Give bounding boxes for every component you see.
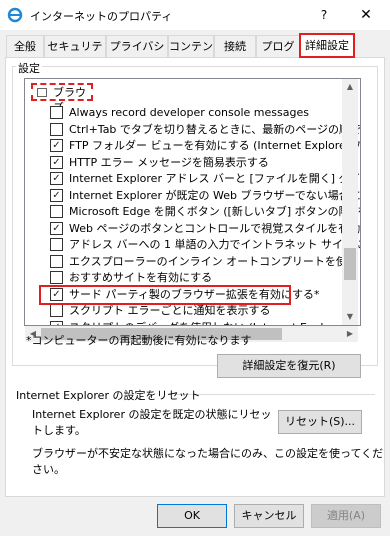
checked-checkbox[interactable]: ✓ (50, 139, 63, 152)
settings-list[interactable]: ブラウズ Always record developer console mes… (24, 78, 361, 326)
category-browse: ブラウズ (31, 83, 93, 114)
setting-label: HTTP エラー メッセージを簡易表示する (69, 155, 269, 169)
setting-label: アドレス バーへの 1 単語の入力でイントラネット サイトに移動する (69, 238, 361, 251)
vertical-scroll-thumb[interactable] (344, 247, 356, 280)
vertical-scrollbar[interactable]: ▲ ▼ (342, 79, 358, 325)
title-bar: インターネットのプロパティ ? ✕ (0, 0, 390, 30)
unchecked-checkbox[interactable] (50, 238, 63, 251)
setting-label: Microsoft Edge を開くボタン ([新しいタブ] ボタンの隣) を非… (69, 205, 360, 218)
setting-label: Ctrl+Tab でタブを切り替えるときに、最新のページの順で切り替える (69, 122, 360, 136)
tab-content[interactable]: コンテンツ (168, 35, 214, 75)
tab-general[interactable]: 全般 (6, 35, 44, 57)
unchecked-checkbox[interactable] (50, 254, 63, 268)
scroll-down-arrow-icon[interactable]: ▼ (342, 309, 358, 325)
unchecked-checkbox[interactable] (50, 271, 63, 284)
unchecked-checkbox[interactable] (50, 106, 63, 119)
setting-label: Web ページのボタンとコントロールで視覚スタイルを有効にする (69, 221, 361, 235)
highlight-box (39, 284, 291, 305)
tab-strip: 全般 セキュリティ プライバシー コンテンツ 接続 プログラム 詳細設定 (6, 33, 386, 75)
checked-checkbox[interactable]: ✓ (50, 172, 63, 185)
cancel-button[interactable]: キャンセル (234, 504, 304, 528)
unchecked-checkbox[interactable] (50, 205, 63, 218)
unchecked-checkbox[interactable] (50, 122, 63, 136)
apply-button[interactable]: 適用(A) (311, 504, 381, 528)
setting-label: Internet Explorer が既定の Web ブラウザーでない場合に通知… (69, 188, 361, 202)
tab-security[interactable]: セキュリティ (44, 35, 106, 75)
setting-label: スクリプト エラーごとに通知を表示する (69, 304, 271, 317)
reset-warning: ブラウザーが不安定な状態になった場合にのみ、この設定を使ってください。 (32, 447, 384, 476)
tab-privacy[interactable]: プライバシー (106, 35, 168, 75)
internet-explorer-icon (7, 7, 23, 23)
setting-label: FTP フォルダー ビューを有効にする (Internet Explorer 外… (69, 139, 361, 152)
ok-button[interactable]: OK (157, 504, 227, 528)
reset-description: Internet Explorer の設定を既定の状態にリセットします。 (32, 408, 272, 437)
checked-checkbox[interactable]: ✓ (50, 221, 63, 235)
folder-icon (37, 88, 47, 97)
section-divider (175, 394, 375, 395)
window-title: インターネットのプロパティ (30, 10, 173, 23)
tab-programs[interactable]: プログラム (256, 35, 300, 75)
setting-label: Internet Explorer アドレス バーと [ファイルを開く] ダイア… (69, 172, 360, 185)
checked-checkbox[interactable]: ✓ (50, 155, 63, 169)
help-button[interactable]: ? (312, 4, 336, 26)
reset-button[interactable]: リセット(S)... (278, 410, 362, 434)
unchecked-checkbox[interactable] (50, 304, 63, 317)
scroll-right-arrow-icon[interactable]: ▶ (342, 326, 358, 342)
reset-section-title: Internet Explorer の設定をリセット (16, 389, 201, 402)
scroll-up-arrow-icon[interactable]: ▲ (342, 79, 358, 95)
tab-advanced[interactable]: 詳細設定 (299, 33, 355, 58)
setting-label: Always record developer console messages (69, 106, 309, 119)
checked-checkbox[interactable]: ✓ (50, 188, 63, 202)
restart-note: *コンピューターの再起動後に有効になります (26, 334, 252, 347)
restore-advanced-settings-button[interactable]: 詳細設定を復元(R) (217, 354, 361, 378)
tab-connections[interactable]: 接続 (214, 35, 256, 57)
close-button[interactable]: ✕ (352, 4, 380, 26)
settings-group-label: 設定 (16, 60, 42, 76)
setting-label: エクスプローラーのインライン オートコンプリートを使用してダイアログを実行 (69, 254, 360, 268)
